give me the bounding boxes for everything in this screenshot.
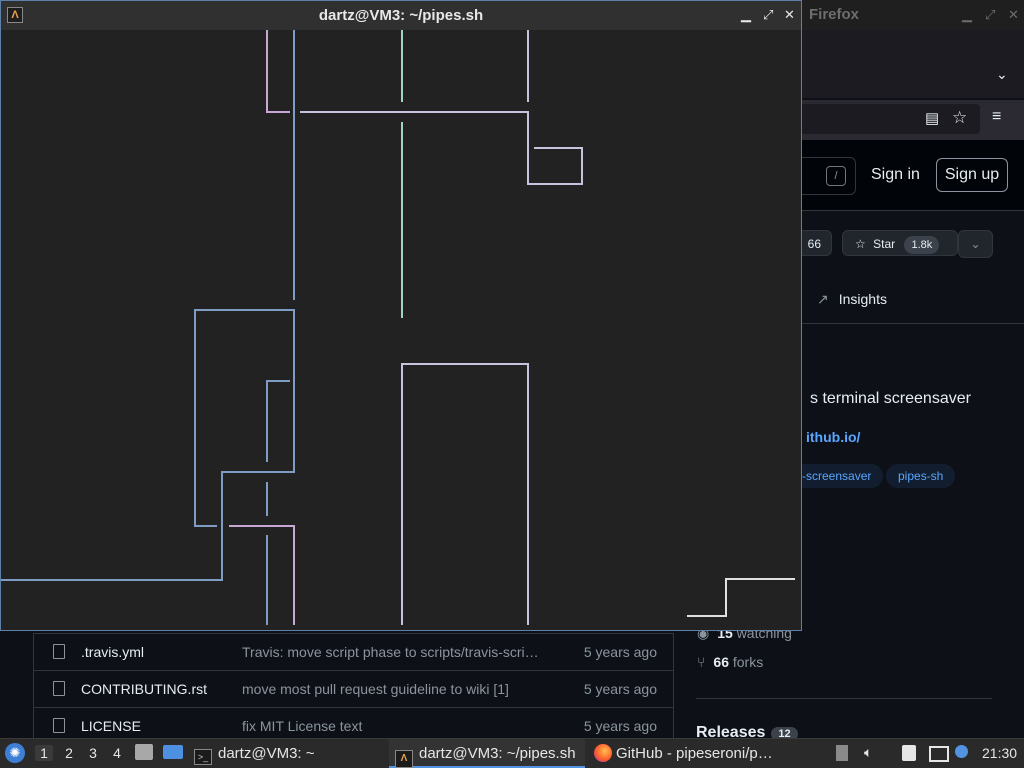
list-all-tabs-chevron-icon[interactable]: ⌄ — [996, 66, 1008, 83]
file-list: .travis.yml Travis: move script phase to… — [33, 633, 674, 738]
pipes-animation — [1, 30, 795, 625]
insights-icon: ↗ — [817, 291, 829, 307]
workspace-4[interactable]: 4 — [108, 745, 126, 761]
topic-tag[interactable]: -screensaver — [790, 464, 884, 488]
star-dropdown-button[interactable]: ⌄ — [958, 230, 993, 258]
commit-date: 5 years ago — [583, 644, 657, 660]
fork-count: 66 — [807, 237, 821, 251]
forks-count: 66 — [713, 654, 729, 670]
file-name[interactable]: .travis.yml — [81, 644, 144, 660]
file-icon — [53, 644, 65, 659]
terminal-icon: >_ — [194, 749, 212, 765]
reader-view-icon[interactable]: ▤ — [925, 109, 939, 127]
updates-icon[interactable] — [955, 745, 968, 758]
sign-up-button[interactable]: Sign up — [936, 158, 1008, 192]
maximize-icon[interactable]: ⤢ — [763, 7, 773, 23]
pipes-app-icon: Λ — [395, 750, 413, 768]
file-icon — [53, 718, 65, 733]
task-firefox[interactable]: GitHub - pipeseroni/p… — [594, 739, 794, 768]
pipe — [687, 578, 795, 617]
file-name[interactable]: CONTRIBUTING.rst — [81, 681, 207, 697]
terminal-body[interactable] — [1, 30, 801, 630]
clock[interactable]: 21:30 — [982, 745, 1017, 761]
file-icon — [53, 681, 65, 696]
repo-website-link[interactable]: ithub.io/ — [806, 429, 860, 445]
workspace-2[interactable]: 2 — [60, 745, 78, 761]
commit-message[interactable]: fix MIT License text — [242, 718, 362, 734]
sidebar-divider — [696, 698, 992, 699]
close-icon[interactable]: ✕ — [784, 7, 795, 23]
star-icon: ☆ — [855, 237, 866, 251]
file-row[interactable]: CONTRIBUTING.rst move most pull request … — [34, 670, 673, 708]
topic-tag[interactable]: pipes-sh — [886, 464, 956, 488]
terminal-titlebar[interactable]: Λ dartz@VM3: ~/pipes.sh ▁ ⤢ ✕ — [1, 1, 801, 30]
star-label: Star — [873, 237, 896, 251]
workspace-1[interactable]: 1 — [35, 745, 53, 761]
terminal-window[interactable]: Λ dartz@VM3: ~/pipes.sh ▁ ⤢ ✕ — [0, 0, 802, 631]
bookmark-star-icon[interactable]: ☆ — [952, 108, 967, 128]
network-icon[interactable] — [929, 746, 949, 762]
task-label: GitHub - pipeseroni/p… — [616, 745, 773, 762]
minimize-icon[interactable]: ▁ — [741, 7, 751, 23]
commit-date: 5 years ago — [583, 681, 657, 697]
firefox-title: Firefox — [809, 6, 860, 23]
file-row[interactable]: .travis.yml Travis: move script phase to… — [34, 633, 673, 671]
file-manager-icon[interactable] — [135, 744, 153, 760]
close-icon[interactable]: ✕ — [1008, 7, 1019, 23]
pipe — [300, 111, 583, 185]
search-slash-hint: / — [826, 166, 846, 186]
commit-message[interactable]: Travis: move script phase to scripts/tra… — [242, 644, 539, 660]
commit-message[interactable]: move most pull request guideline to wiki… — [242, 681, 509, 697]
maximize-icon[interactable]: ⤢ — [985, 7, 995, 23]
pipe — [266, 30, 290, 113]
star-button[interactable]: ☆ Star 1.8k — [842, 230, 958, 256]
minimize-icon[interactable]: ▁ — [962, 7, 972, 23]
forks-link[interactable]: ⑂ 66 forks — [697, 654, 763, 670]
hamburger-menu-icon[interactable]: ≡ — [992, 108, 1001, 126]
file-name[interactable]: LICENSE — [81, 718, 141, 734]
tab-insights[interactable]: ↗ Insights — [817, 291, 887, 308]
volume-icon[interactable]: 🔈︎ — [864, 744, 872, 761]
fork-icon: ⑂ — [697, 654, 706, 670]
pipe — [229, 525, 295, 625]
workspace-3[interactable]: 3 — [84, 745, 102, 761]
pipe — [401, 363, 529, 625]
star-count: 1.8k — [904, 236, 940, 254]
commit-date: 5 years ago — [583, 718, 657, 734]
sign-in-link[interactable]: Sign in — [871, 166, 920, 184]
task-terminal-home[interactable]: >_ dartz@VM3: ~ — [194, 739, 384, 768]
tab-insights-label: Insights — [838, 291, 887, 307]
repo-description: s terminal screensaver — [810, 390, 971, 407]
task-label: dartz@VM3: ~ — [218, 745, 315, 762]
start-menu-icon[interactable]: ✺ — [5, 743, 25, 763]
tabs-divider — [780, 323, 1024, 324]
forks-label: forks — [732, 654, 764, 670]
clipboard-icon[interactable] — [836, 745, 848, 761]
firefox-icon — [594, 744, 612, 762]
show-desktop-icon[interactable] — [163, 745, 183, 759]
chevron-down-icon: ⌄ — [970, 237, 981, 251]
terminal-title: dartz@VM3: ~/pipes.sh — [318, 7, 484, 24]
task-terminal-pipes[interactable]: Λdartz@VM3: ~/pipes.sh — [389, 739, 585, 768]
task-label: dartz@VM3: ~/pipes.sh — [419, 745, 576, 762]
taskbar: ✺ 1 2 3 4 >_ dartz@VM3: ~ Λdartz@VM3: ~/p… — [0, 738, 1024, 768]
url-field[interactable] — [780, 104, 980, 134]
notes-icon[interactable] — [902, 745, 916, 761]
pipe — [1, 309, 295, 581]
pipe — [266, 380, 290, 462]
